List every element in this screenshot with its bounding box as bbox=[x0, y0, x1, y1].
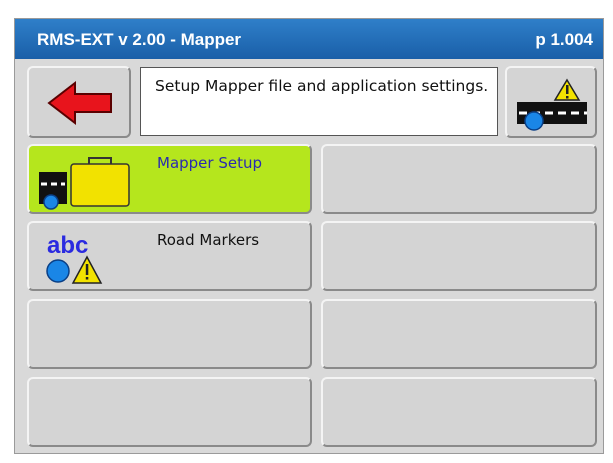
road-warning-button[interactable] bbox=[505, 66, 597, 138]
title-bar: RMS-EXT v 2.00 - Mapper p 1.004 bbox=[15, 19, 603, 59]
empty-tile[interactable] bbox=[321, 221, 597, 291]
abc-circle-warning-icon: abc bbox=[46, 232, 103, 284]
app-title: RMS-EXT v 2.00 - Mapper bbox=[37, 30, 242, 49]
empty-tile[interactable] bbox=[321, 377, 597, 447]
back-arrow-icon bbox=[47, 80, 112, 126]
road-markers-label: Road Markers bbox=[157, 231, 260, 249]
empty-tile[interactable] bbox=[27, 377, 312, 447]
back-button[interactable] bbox=[27, 66, 131, 138]
page-number: p 1.004 bbox=[535, 30, 593, 49]
mapper-setup-label: Mapper Setup bbox=[157, 154, 262, 172]
app-screen: RMS-EXT v 2.00 - Mapper p 1.004 Setup Ma… bbox=[14, 18, 604, 454]
road-warning-icon bbox=[517, 78, 587, 131]
truck-briefcase-icon bbox=[39, 157, 130, 210]
road-markers-button[interactable]: abc Road Markers bbox=[27, 221, 312, 291]
abc-icon-text: abc bbox=[47, 232, 88, 259]
description-box: Setup Mapper file and application settin… bbox=[140, 67, 498, 136]
mapper-setup-button[interactable]: Mapper Setup bbox=[27, 144, 312, 214]
empty-tile[interactable] bbox=[321, 144, 597, 214]
empty-tile[interactable] bbox=[321, 299, 597, 369]
empty-tile[interactable] bbox=[27, 299, 312, 369]
